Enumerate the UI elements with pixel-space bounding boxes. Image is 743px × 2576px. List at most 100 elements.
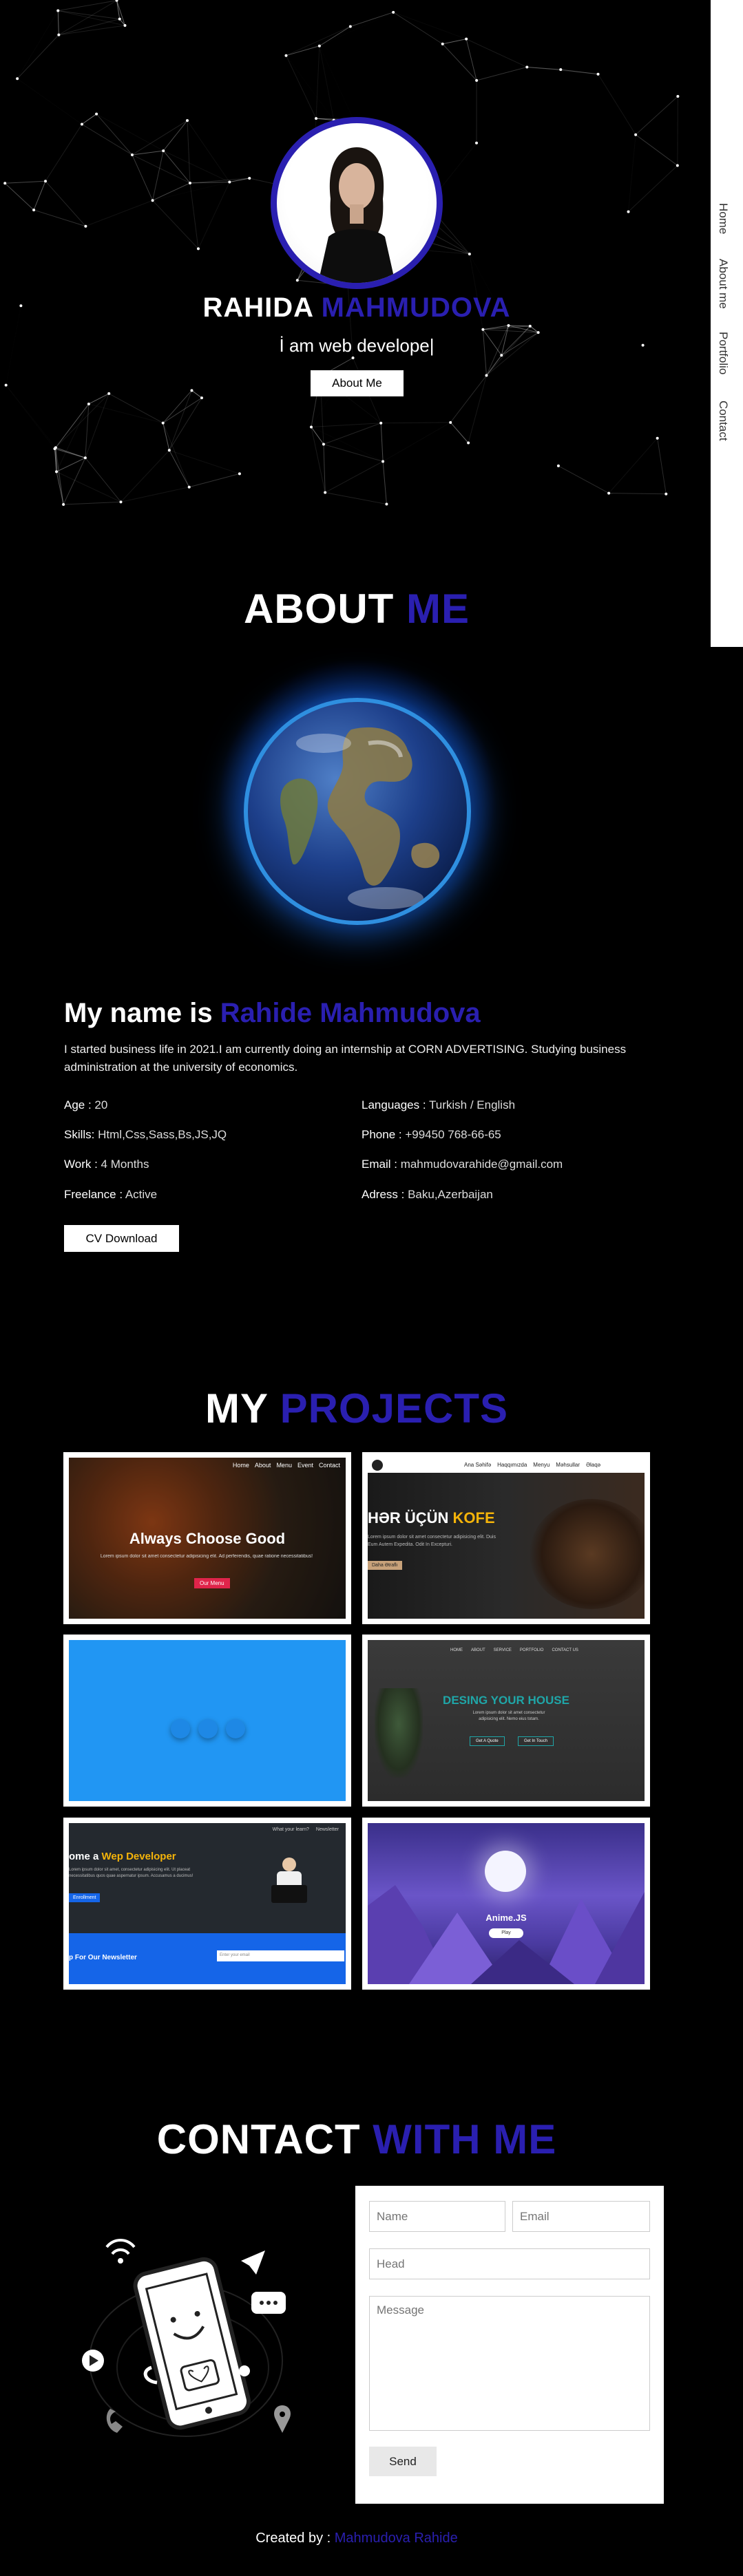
network-link [629,135,636,212]
project-card-coffee[interactable]: Ana Səhifə Haqqımızda Menyu Məhsullar Əl… [362,1452,650,1624]
network-link [286,26,351,56]
send-button[interactable]: Send [369,2447,437,2476]
network-node [507,323,510,327]
info-value: +99450 768-66-65 [401,1128,501,1141]
network-node [84,224,87,228]
network-link [350,12,394,27]
network-node [310,425,313,429]
network-node [95,112,98,116]
network-node [607,491,611,495]
network-node [467,441,470,445]
about-me-button[interactable]: About Me [311,370,404,396]
network-link [116,0,121,19]
earth-continents-icon [280,727,440,909]
preview-nav-item: Newsletter [315,1827,339,1832]
about-title-accent: ME [406,586,470,632]
info-value: 4 Months [97,1158,149,1171]
network-node [16,77,19,81]
newsletter-title: p For Our Newsletter [69,1954,137,1961]
network-link [17,34,59,79]
network-node [385,502,388,506]
nav-home-link[interactable]: Home [716,203,730,234]
message-field[interactable] [369,2296,650,2431]
projects-title-main: MY [205,1385,268,1431]
loader-dot-icon [171,1719,190,1738]
network-link [311,423,381,427]
project-card-loader[interactable] [63,1635,351,1807]
project-card-restaurant[interactable]: Home About Menu Event Contact Always Cho… [63,1452,351,1624]
network-link [63,458,86,505]
network-link [189,182,199,249]
network-node [3,182,7,185]
network-node [188,181,191,184]
footer-credit: Created by : Mahmudova Rahide [0,2531,713,2546]
network-link [450,422,469,443]
info-languages: Languages : Turkish / English [362,1098,515,1112]
network-node [322,443,325,446]
info-label: Skills: [64,1128,95,1141]
about-section-title: ABOUT ME [0,585,713,632]
network-node [119,500,123,504]
network-node [118,17,121,21]
network-node [161,421,165,425]
preview-nav-item: ABOUT [471,1648,485,1652]
network-link [286,55,317,119]
preview-text: Lorem ipsum dolor sit amet consectetur a… [100,1554,313,1559]
network-node [284,54,288,57]
preview-nav-item: HOME [450,1648,463,1652]
network-node [130,153,134,156]
info-work: Work : 4 Months [64,1158,149,1171]
project-card-anime[interactable]: Anime.JS Play [362,1818,650,1990]
info-freelance: Freelance : Active [64,1188,157,1202]
name-field[interactable] [369,2201,505,2232]
project-card-house[interactable]: HOME ABOUT SERVICE PORTFOLIO CONTACT US … [362,1635,650,1807]
hero-last-name: MAHMUDOVA [321,292,511,323]
loader-dot-icon [198,1719,218,1738]
project-card-developer[interactable]: What your learn? Newsletter ome a Wep De… [63,1818,351,1990]
preview-nav-item: Contact [318,1462,340,1469]
network-node [83,456,87,460]
earth-globe-image [244,698,471,925]
network-link [17,78,82,124]
info-label: Age : [64,1098,92,1111]
network-link [323,423,381,445]
network-node [536,331,540,334]
network-link [635,134,678,166]
network-link [132,154,154,201]
network-node [634,133,638,136]
preview-nav-item: Home [232,1462,249,1469]
network-node [107,392,111,395]
side-navigation: Home About me Portfolio Contact [711,0,743,647]
info-label: Work : [64,1158,98,1171]
network-link [189,182,230,184]
preview-nav: Ana Səhifə Haqqımızda Menyu Məhsullar Əl… [464,1462,600,1468]
network-link [319,26,351,47]
network-node [656,436,659,440]
email-field[interactable] [512,2201,650,2232]
preview-nav-item: CONTACT US [552,1648,578,1652]
nav-portfolio-link[interactable]: Portfolio [716,332,730,374]
nav-contact-link[interactable]: Contact [716,401,730,441]
preview-headline-main: HƏR ÜÇÜN [368,1509,449,1526]
network-link [598,74,636,135]
preview-button: Daha Ətraflı [368,1561,402,1570]
network-link [320,46,354,120]
about-description: I started business life in 2021.I am cur… [64,1043,627,1074]
network-node [123,24,127,28]
network-link [187,120,230,182]
network-link [608,438,658,493]
network-link [609,493,667,495]
network-node [238,472,241,476]
head-field[interactable] [369,2248,650,2279]
nav-about-link[interactable]: About me [716,259,730,309]
cv-download-button[interactable]: CV Download [64,1225,179,1252]
person-portrait-icon [318,147,395,283]
preview-nav: Home About Menu Event Contact [233,1462,340,1469]
network-link [383,423,450,462]
network-node [317,44,321,47]
network-link [558,465,609,494]
network-node [53,447,56,450]
network-link [191,390,202,398]
preview-headline-accent: KOFE [452,1509,495,1526]
network-node [200,396,203,400]
